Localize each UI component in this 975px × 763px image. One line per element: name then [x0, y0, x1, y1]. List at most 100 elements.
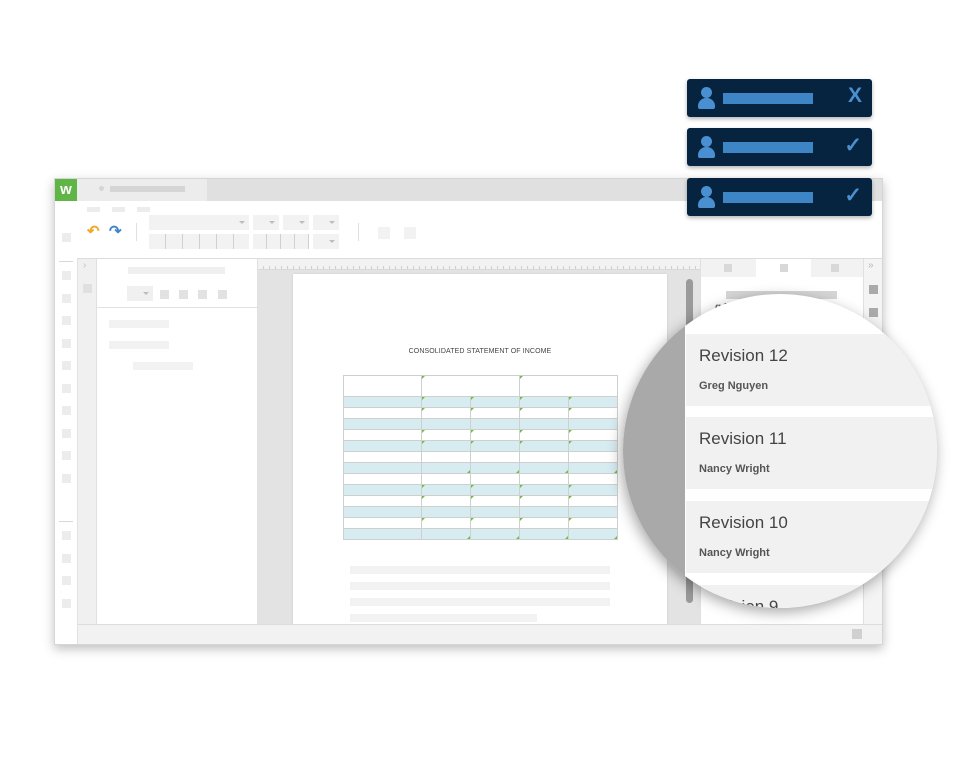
app-logo[interactable]: w [55, 179, 77, 201]
table-header-cell[interactable] [519, 375, 618, 397]
spacing-dropdown[interactable] [313, 234, 339, 249]
chevron-right-icon[interactable]: › [83, 260, 86, 271]
table-cell[interactable] [343, 473, 422, 485]
table-cell[interactable] [421, 495, 471, 507]
table-cell[interactable] [421, 484, 471, 496]
table-cell[interactable] [421, 396, 471, 408]
rail-icon[interactable] [62, 233, 71, 242]
rail-icon[interactable] [62, 361, 71, 370]
status-icon[interactable] [852, 629, 862, 639]
rail-icon[interactable] [62, 531, 71, 540]
table-cell[interactable] [519, 495, 569, 507]
table-cell[interactable] [568, 440, 618, 452]
table-cell[interactable] [519, 473, 569, 485]
table-cell[interactable] [568, 506, 618, 518]
approval-chip-approved[interactable]: ✓ [687, 128, 872, 166]
table-cell[interactable] [421, 506, 471, 518]
table-cell[interactable] [519, 506, 569, 518]
table-cell[interactable] [470, 495, 520, 507]
table-header-cell[interactable] [343, 375, 422, 397]
redo-icon[interactable]: ↷ [109, 222, 122, 240]
table-cell[interactable] [343, 495, 422, 507]
table-cell[interactable] [568, 429, 618, 441]
toolbar-button[interactable] [378, 227, 390, 239]
style-dropdown[interactable] [283, 215, 309, 230]
strip-icon[interactable] [869, 308, 878, 317]
rail-icon[interactable] [62, 429, 71, 438]
table-cell[interactable] [343, 418, 422, 430]
table-cell[interactable] [421, 451, 471, 463]
outline-filter-dropdown[interactable] [127, 286, 153, 301]
table-cell[interactable] [470, 528, 520, 540]
table-cell[interactable] [470, 407, 520, 419]
table-cell[interactable] [519, 429, 569, 441]
table-cell[interactable] [519, 528, 569, 540]
revision-card[interactable]: Revision 10 Nancy Wright [686, 501, 937, 573]
table-cell[interactable] [519, 484, 569, 496]
table-cell[interactable] [568, 473, 618, 485]
table-cell[interactable] [519, 396, 569, 408]
outline-item[interactable] [109, 320, 169, 328]
table-cell[interactable] [568, 407, 618, 419]
revision-card[interactable]: Revision 9 [686, 585, 937, 608]
outline-tool[interactable] [198, 290, 207, 299]
rail-icon[interactable] [62, 474, 71, 483]
rail-icon[interactable] [62, 406, 71, 415]
rail-icon[interactable] [62, 384, 71, 393]
table-cell[interactable] [343, 506, 422, 518]
panel-tab-active[interactable] [756, 259, 811, 277]
table-header-cell[interactable] [421, 375, 520, 397]
tab-document[interactable] [77, 179, 207, 201]
approval-chip-approved[interactable]: ✓ [687, 178, 872, 216]
collapse-panel-icon[interactable]: » [868, 260, 874, 271]
rail-icon[interactable] [62, 451, 71, 460]
table-cell[interactable] [470, 462, 520, 474]
table-cell[interactable] [568, 517, 618, 529]
table-cell[interactable] [421, 418, 471, 430]
rail-icon[interactable] [62, 316, 71, 325]
table-cell[interactable] [519, 407, 569, 419]
undo-icon[interactable]: ↶ [87, 222, 100, 240]
outline-tool[interactable] [160, 290, 169, 299]
rail-icon[interactable] [62, 294, 71, 303]
font-size-dropdown[interactable] [253, 215, 279, 230]
revision-card[interactable]: Revision 11 Nancy Wright [686, 417, 937, 489]
font-family-dropdown[interactable] [149, 215, 249, 230]
table-cell[interactable] [470, 429, 520, 441]
rail-icon[interactable] [62, 576, 71, 585]
table-cell[interactable] [343, 517, 422, 529]
color-dropdown[interactable] [313, 215, 339, 230]
table-cell[interactable] [470, 440, 520, 452]
table-cell[interactable] [568, 484, 618, 496]
table-cell[interactable] [343, 462, 422, 474]
table-cell[interactable] [343, 451, 422, 463]
table-cell[interactable] [343, 484, 422, 496]
table-cell[interactable] [343, 528, 422, 540]
table-cell[interactable] [568, 396, 618, 408]
table-cell[interactable] [421, 407, 471, 419]
outline-item[interactable] [133, 362, 193, 370]
table-cell[interactable] [470, 451, 520, 463]
outline-tool[interactable] [218, 290, 227, 299]
table-cell[interactable] [568, 451, 618, 463]
outline-tool[interactable] [179, 290, 188, 299]
table-cell[interactable] [568, 528, 618, 540]
menu-item[interactable] [112, 207, 125, 212]
table-cell[interactable] [470, 484, 520, 496]
table-cell[interactable] [343, 407, 422, 419]
table-cell[interactable] [421, 440, 471, 452]
menu-item[interactable] [87, 207, 100, 212]
format-button-group[interactable] [149, 234, 249, 249]
rail-icon[interactable] [62, 339, 71, 348]
table-cell[interactable] [470, 517, 520, 529]
table-cell[interactable] [421, 429, 471, 441]
strip-icon[interactable] [869, 285, 878, 294]
approval-chip-rejected[interactable]: X [687, 79, 872, 117]
menu-item[interactable] [137, 207, 150, 212]
outline-item[interactable] [109, 341, 169, 349]
panel-tab-icon[interactable] [831, 264, 839, 272]
table-cell[interactable] [421, 517, 471, 529]
table-cell[interactable] [470, 418, 520, 430]
table-cell[interactable] [470, 396, 520, 408]
table-cell[interactable] [568, 418, 618, 430]
